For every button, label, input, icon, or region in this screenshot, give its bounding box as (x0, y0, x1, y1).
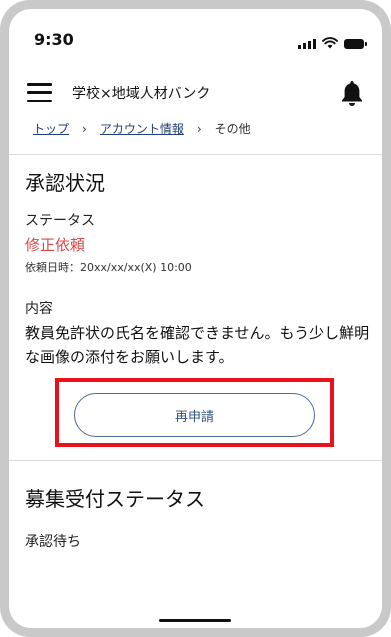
breadcrumb-top-link[interactable]: トップ (33, 120, 69, 137)
app-title: 学校×地域人材バンク (72, 86, 211, 102)
request-date: 依頼日時：20xx/xx/xx(X) 10:00 (25, 261, 192, 274)
approval-heading: 承認状況 (25, 171, 105, 195)
breadcrumb-separator: › (82, 121, 87, 136)
bell-icon[interactable] (339, 79, 365, 107)
status-badge: 修正依頼 (25, 236, 86, 254)
divider (9, 460, 382, 461)
status-label: ステータス (25, 213, 95, 229)
battery-icon (344, 39, 367, 49)
breadcrumb-separator: › (196, 121, 202, 136)
home-indicator[interactable] (159, 619, 231, 622)
divider (9, 154, 382, 155)
reapply-button[interactable]: 再申請 (74, 393, 315, 437)
content-text: 教員免許状の氏名を確認できません。もう少し鮮明な画像の添付をお願いします。 (25, 324, 370, 366)
recruitment-heading: 募集受付ステータス (25, 487, 205, 511)
hamburger-menu-icon[interactable] (27, 83, 52, 102)
recruitment-status-value: 承認待ち (25, 534, 81, 550)
app-bar: 学校×地域人材バンク (9, 69, 382, 117)
wifi-icon (322, 37, 338, 49)
breadcrumb-account-link[interactable]: アカウント情報 (100, 120, 184, 137)
status-time: 9:30 (34, 30, 74, 49)
signal-icon (298, 37, 316, 49)
status-bar: 9:30 (9, 9, 382, 65)
breadcrumb: トップ › アカウント情報 › その他 (33, 120, 251, 137)
device-frame: 9:30 学校×地域人材バンク トップ › アカウント情報 › その他 承認状況… (0, 0, 391, 637)
status-icons (298, 37, 367, 49)
screen: 9:30 学校×地域人材バンク トップ › アカウント情報 › その他 承認状況… (9, 9, 382, 628)
breadcrumb-current: その他 (214, 122, 251, 136)
content-label: 内容 (25, 301, 53, 317)
